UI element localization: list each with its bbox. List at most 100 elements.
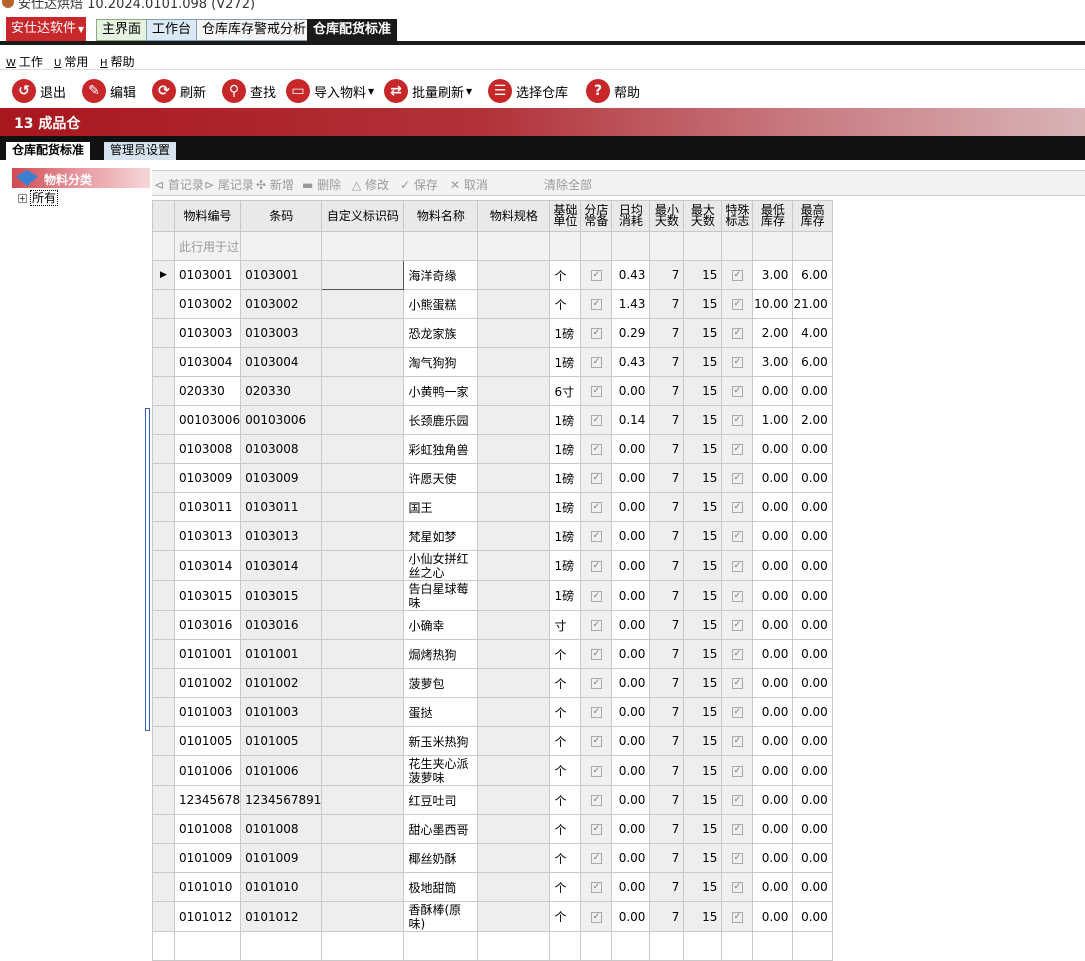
cell-custom-id[interactable] [321, 872, 405, 902]
last-record-button[interactable]: ⊳ 尾记录 [204, 176, 254, 193]
cell-daily-usage[interactable]: 0.43 [611, 260, 651, 290]
cell-store-stock-checkbox[interactable]: ✓ [580, 610, 613, 640]
cell-custom-id[interactable] [321, 726, 405, 756]
row-indicator[interactable]: ▶ [152, 260, 175, 290]
filter-cell[interactable] [549, 231, 582, 261]
cell-min-days[interactable]: 7 [649, 726, 685, 756]
cell-name[interactable]: 许愿天使 [403, 463, 479, 493]
cell-unit[interactable]: 1磅 [549, 434, 582, 464]
cell-max-days[interactable]: 15 [683, 901, 723, 932]
cell-daily-usage[interactable]: 0.00 [611, 901, 651, 932]
cell-barcode[interactable]: 020330 [240, 376, 323, 406]
menu-common[interactable]: U 常用 [54, 53, 88, 70]
cell-name[interactable]: 海洋奇缘 [403, 260, 479, 290]
table-row[interactable]: 0103013 0103013 梵星如梦 1磅 ✓ 0.00 7 15 ✓ 0.00 0.00 [152, 521, 833, 551]
cell-special-flag-checkbox[interactable]: ✓ [721, 405, 754, 435]
cell-name[interactable]: 新玉米热狗 [403, 726, 479, 756]
cell-min-days[interactable]: 7 [649, 843, 685, 873]
cell-unit[interactable]: 1磅 [549, 405, 582, 435]
cell-min-days[interactable]: 7 [649, 639, 685, 669]
cell-name[interactable]: 甜心墨西哥 [403, 814, 479, 844]
cell-min-days[interactable]: 7 [649, 260, 685, 290]
filter-cell[interactable] [792, 231, 833, 261]
cell-max-stock[interactable]: 0.00 [792, 726, 833, 756]
cell-spec[interactable] [477, 492, 551, 522]
cell-name[interactable]: 长颈鹿乐园 [403, 405, 479, 435]
cell-min-days[interactable]: 7 [649, 610, 685, 640]
cell-max-days[interactable]: 15 [683, 668, 723, 698]
table-row[interactable]: 0103016 0103016 小确幸寸 ✓ 0.00 7 15 ✓ 0.00 0.00 [152, 610, 833, 640]
row-indicator[interactable] [152, 318, 175, 348]
cell-spec[interactable] [477, 610, 551, 640]
cell-daily-usage[interactable]: 0.00 [611, 785, 651, 815]
cell-daily-usage[interactable]: 0.00 [611, 639, 651, 669]
cell-spec[interactable] [477, 843, 551, 873]
cell-min-stock[interactable]: 0.00 [752, 610, 794, 640]
cell-custom-id[interactable] [321, 580, 405, 611]
cell-spec[interactable] [477, 785, 551, 815]
cell-min-stock[interactable]: 2.00 [752, 318, 794, 348]
cell-max-stock[interactable]: 0.00 [792, 550, 833, 581]
cell-daily-usage[interactable]: 0.00 [611, 550, 651, 581]
col-header-barcode[interactable]: 条码 [240, 200, 323, 232]
cell-barcode[interactable]: 0103016 [240, 610, 323, 640]
cell-special-flag-checkbox[interactable]: ✓ [721, 843, 754, 873]
cell-barcode[interactable]: 0101010 [240, 872, 323, 902]
filter-cell[interactable] [477, 231, 551, 261]
delete-record-button[interactable]: ▬ 删除 [302, 176, 341, 193]
cell-barcode[interactable]: 0101005 [240, 726, 323, 756]
col-header-max-days[interactable]: 最大 天数 [683, 200, 723, 232]
row-indicator[interactable] [152, 580, 175, 611]
cell-special-flag-checkbox[interactable]: ✓ [721, 639, 754, 669]
cell-spec[interactable] [477, 639, 551, 669]
row-indicator[interactable] [152, 639, 175, 669]
cell-barcode[interactable]: 0103009 [240, 463, 323, 493]
cell-unit[interactable]: 个 [549, 697, 582, 727]
cell-max-stock[interactable]: 0.00 [792, 610, 833, 640]
cell-store-stock-checkbox[interactable]: ✓ [580, 405, 613, 435]
cell-daily-usage[interactable]: 0.00 [611, 521, 651, 551]
cell-min-days[interactable]: 7 [649, 697, 685, 727]
cell-code[interactable]: 0101006 [173, 755, 242, 786]
cell-daily-usage[interactable]: 0.00 [611, 580, 651, 611]
cell-custom-id[interactable] [321, 814, 405, 844]
cell-unit[interactable]: 1磅 [549, 318, 582, 348]
cell-spec[interactable] [477, 580, 551, 611]
cell-barcode[interactable]: 0101002 [240, 668, 323, 698]
cell-spec[interactable] [477, 405, 551, 435]
filter-cell[interactable] [649, 231, 685, 261]
cell-store-stock-checkbox[interactable]: ✓ [580, 580, 613, 611]
cell-max-stock[interactable]: 0.00 [792, 639, 833, 669]
cell-daily-usage[interactable]: 0.00 [611, 755, 651, 786]
cell-spec[interactable] [477, 289, 551, 319]
expand-icon[interactable]: + [18, 194, 27, 203]
cell-min-days[interactable]: 7 [649, 463, 685, 493]
cell-store-stock-checkbox[interactable]: ✓ [580, 492, 613, 522]
cell-max-days[interactable]: 15 [683, 755, 723, 786]
cell-store-stock-checkbox[interactable]: ✓ [580, 872, 613, 902]
select-warehouse-button[interactable]: ☰ 选择仓库 [488, 78, 568, 104]
cell-min-stock[interactable]: 0.00 [752, 872, 794, 902]
col-header-min-stock[interactable]: 最低 库存 [752, 200, 794, 232]
row-indicator[interactable] [152, 668, 175, 698]
table-row[interactable]: 0103003 0103003 恐龙家族 1磅 ✓ 0.29 7 15 ✓ 2.00 4.00 [152, 318, 833, 348]
cell-custom-id[interactable] [321, 289, 405, 319]
cell-special-flag-checkbox[interactable]: ✓ [721, 463, 754, 493]
table-row[interactable]: 0103008 0103008 彩虹独角兽 1磅 ✓ 0.00 7 15 ✓ 0.00 0.00 [152, 434, 833, 464]
cell-store-stock-checkbox[interactable]: ✓ [580, 550, 613, 581]
cell-daily-usage[interactable]: 0.00 [611, 843, 651, 873]
cell-name[interactable]: 小确幸 [403, 610, 479, 640]
cell-barcode[interactable]: 0103014 [240, 550, 323, 581]
cell-max-stock[interactable]: 4.00 [792, 318, 833, 348]
row-indicator[interactable] [152, 521, 175, 551]
cell-daily-usage[interactable]: 0.00 [611, 697, 651, 727]
cell-store-stock-checkbox[interactable]: ✓ [580, 697, 613, 727]
exit-button[interactable]: ↺ 退出 [12, 78, 66, 104]
cell-min-stock[interactable]: 0.00 [752, 755, 794, 786]
table-row[interactable]: 0103009 0103009 许愿天使 1磅 ✓ 0.00 7 15 ✓ 0.00 0.00 [152, 463, 833, 493]
cell-special-flag-checkbox[interactable]: ✓ [721, 492, 754, 522]
cell-code[interactable]: 0101005 [173, 726, 242, 756]
cell-min-stock[interactable]: 0.00 [752, 434, 794, 464]
cell-name[interactable]: 淘气狗狗 [403, 347, 479, 377]
cell-min-stock[interactable]: 0.00 [752, 843, 794, 873]
